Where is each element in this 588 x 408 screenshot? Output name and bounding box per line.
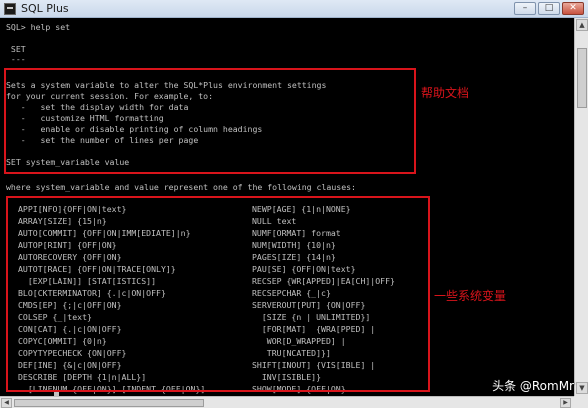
window-title: SQL Plus xyxy=(21,2,69,15)
where-line: where system_variable and value represen… xyxy=(6,182,356,192)
maximize-button[interactable]: □ xyxy=(538,2,560,15)
minimize-button[interactable]: – xyxy=(514,2,536,15)
system-vars-annotation: 一些系统变量 xyxy=(434,289,507,303)
console-icon xyxy=(4,3,16,15)
system-vars-highlight xyxy=(6,196,430,392)
arrow-down-icon[interactable]: ▼ xyxy=(576,382,588,394)
watermark: 头条 @RomMr xyxy=(492,379,574,393)
arrow-up-icon[interactable]: ▲ xyxy=(576,19,588,31)
close-button[interactable]: ✕ xyxy=(562,2,584,15)
console-line-underline: --- xyxy=(6,54,26,64)
horizontal-scrollbar[interactable]: ◀ ▶ xyxy=(0,396,574,408)
console-line-set: SET xyxy=(6,44,26,54)
vertical-scrollbar[interactable]: ▲ ▼ xyxy=(574,18,588,396)
console-line-prompt: SQL> help set xyxy=(6,22,71,32)
vertical-scroll-thumb[interactable] xyxy=(577,48,587,108)
window-titlebar[interactable]: SQL Plus – □ ✕ xyxy=(0,0,588,18)
arrow-right-icon[interactable]: ▶ xyxy=(560,398,571,408)
horizontal-scroll-thumb[interactable] xyxy=(14,399,204,407)
help-doc-annotation: 帮助文档 xyxy=(421,86,470,100)
help-doc-highlight xyxy=(4,68,416,174)
scrollbar-corner xyxy=(574,396,588,408)
arrow-left-icon[interactable]: ◀ xyxy=(1,398,12,408)
window-controls: – □ ✕ xyxy=(514,2,584,15)
